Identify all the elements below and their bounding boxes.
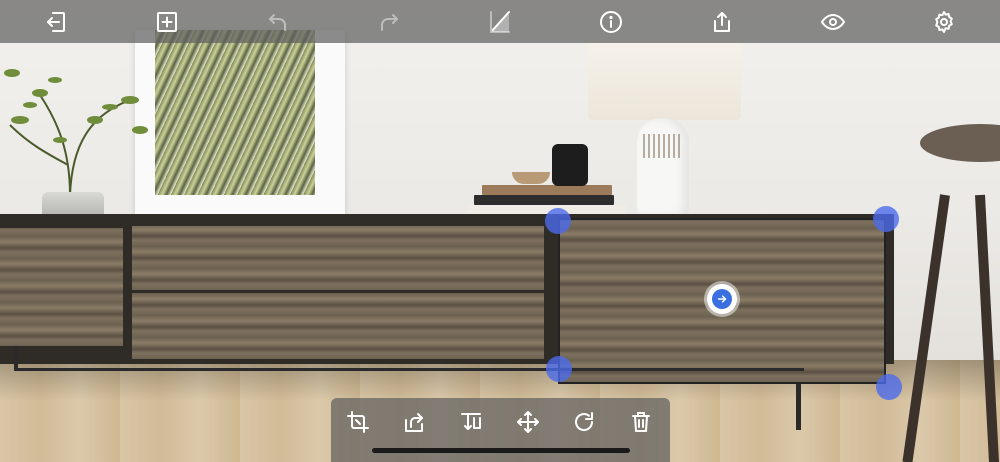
resize-handle[interactable]	[876, 374, 902, 400]
bottom-toolbar	[331, 398, 670, 462]
resize-handle[interactable]	[546, 356, 572, 382]
sideboard-panel	[0, 228, 123, 346]
sideboard-drawer	[132, 293, 544, 359]
lamp-base	[637, 118, 689, 216]
arrow-right-icon	[717, 295, 727, 303]
crop-icon[interactable]	[342, 406, 374, 438]
info-icon[interactable]	[594, 6, 628, 38]
flip-icon[interactable]	[455, 406, 487, 438]
sideboard-drawer	[132, 226, 544, 290]
resize-handle[interactable]	[873, 206, 899, 232]
top-toolbar	[0, 0, 1000, 43]
wooden-bowl	[512, 172, 550, 184]
replace-image-icon[interactable]	[398, 406, 430, 438]
redo-icon[interactable]	[372, 6, 406, 38]
rotate-icon[interactable]	[568, 406, 600, 438]
settings-icon[interactable]	[927, 6, 961, 38]
undo-icon[interactable]	[261, 6, 295, 38]
add-icon[interactable]	[150, 6, 184, 38]
move-handle[interactable]	[707, 284, 737, 314]
move-icon[interactable]	[512, 406, 544, 438]
ceramic-jar	[552, 144, 588, 186]
delete-icon[interactable]	[625, 406, 657, 438]
resize-handle[interactable]	[545, 208, 571, 234]
book	[482, 185, 612, 195]
home-indicator[interactable]	[372, 448, 630, 453]
exit-icon[interactable]	[39, 6, 73, 38]
lamp-shade	[588, 40, 741, 120]
sideboard-leg	[14, 346, 18, 368]
book	[474, 195, 614, 205]
framed-artwork	[135, 30, 345, 220]
sideboard-leg	[796, 384, 801, 430]
preview-icon[interactable]	[816, 6, 850, 38]
share-icon[interactable]	[705, 6, 739, 38]
compare-icon[interactable]	[483, 6, 517, 38]
